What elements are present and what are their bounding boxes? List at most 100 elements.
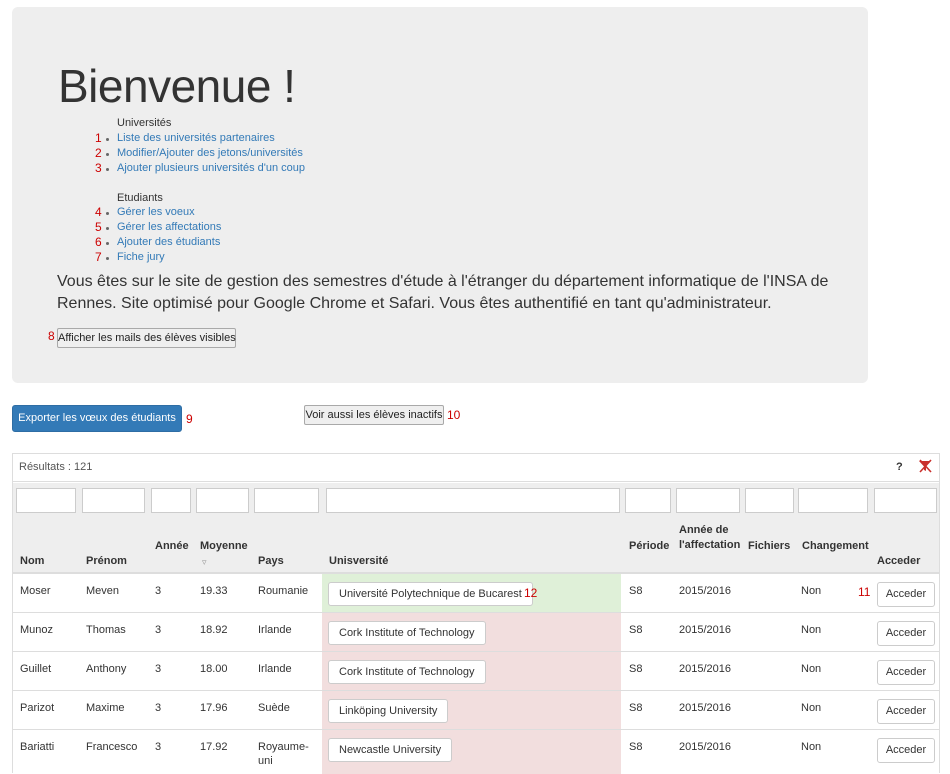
cell-annee: 3 [155,741,162,753]
filter-moyenne[interactable] [196,488,249,513]
col-periode[interactable]: Période [629,539,669,553]
show-inactive-button[interactable]: Voir aussi les élèves inactifs [304,405,444,425]
cell-periode: S8 [629,624,643,636]
col-nom[interactable]: Nom [20,554,44,568]
bullet-icon [106,138,109,141]
cell-pays: Roumanie [258,585,309,597]
col-moyenne[interactable]: Moyenne [200,539,248,553]
filter-prenom[interactable] [82,488,145,513]
cell-changement: Non [801,741,822,753]
col-annee[interactable]: Année [155,539,189,553]
filter-changement[interactable] [798,488,868,513]
cell-universite: Linköping University [322,691,621,729]
page-title: Bienvenue ! [58,60,296,112]
sort-desc-icon: ▿ [202,557,207,567]
universite-button[interactable]: Université Polytechnique de Bucarest [328,582,533,606]
cell-periode: S8 [629,585,643,597]
students-table-panel: Résultats : 121 ? Nom Prénom Année Moyen… [12,453,940,774]
link-fiche-jury[interactable]: Fiche jury [117,251,165,263]
col-acceder[interactable]: Acceder [877,554,920,568]
cell-moyenne: 18.92 [200,624,228,636]
filter-periode[interactable] [625,488,671,513]
cell-prenom: Maxime [86,702,125,714]
cell-periode: S8 [629,663,643,675]
table-row: Parizot Maxime 3 17.96 Suède Linköping U… [13,691,939,730]
acceder-button[interactable]: Acceder [877,699,935,724]
filter-fichiers[interactable] [745,488,794,513]
col-changement[interactable]: Changement [802,539,869,553]
help-icon[interactable]: ? [896,461,903,473]
cell-changement: Non [801,663,822,675]
cell-pays: Irlande [258,663,292,675]
acceder-button[interactable]: Acceder [877,738,935,763]
bullet-icon [106,257,109,260]
cell-annee-affectation: 2015/2016 [679,585,731,597]
annotation-11: 11 [858,585,871,599]
table-row: Guillet Anthony 3 18.00 Irlande Cork Ins… [13,652,939,691]
clear-filter-icon[interactable] [918,459,932,473]
cell-pays: Royaume- [258,741,309,753]
cell-moyenne: 18.00 [200,663,228,675]
link-gerer-voeux[interactable]: Gérer les voeux [117,206,195,218]
col-prenom[interactable]: Prénom [86,554,127,568]
cell-annee: 3 [155,585,162,597]
cell-prenom: Francesco [86,741,138,753]
intro-text: Vous êtes sur le site de gestion des sem… [57,273,829,312]
cell-pays: Suède [258,702,290,714]
cell-annee: 3 [155,624,162,636]
table-row: Munoz Thomas 3 18.92 Irlande Cork Instit… [13,613,939,652]
acceder-button[interactable]: Acceder [877,660,935,685]
cell-moyenne: 17.96 [200,702,228,714]
link-modifier-jetons[interactable]: Modifier/Ajouter des jetons/universités [117,147,303,159]
link-ajouter-universites[interactable]: Ajouter plusieurs universités d'un coup [117,162,305,174]
col-fichiers[interactable]: Fichiers [748,539,790,553]
cell-changement: Non [801,585,822,597]
filter-nom[interactable] [16,488,76,513]
col-universite[interactable]: Unisversité [329,554,388,568]
cell-prenom: Anthony [86,663,127,675]
export-voeux-button[interactable]: Exporter les vœux des étudiants [12,405,182,432]
filter-annee[interactable] [151,488,191,513]
acceder-button[interactable]: Acceder [877,582,935,607]
results-count: Résultats : 121 [19,461,93,473]
section-title-etudiants: Etudiants [117,192,163,204]
table-toolbar: Résultats : 121 ? [13,454,939,482]
universite-button[interactable]: Cork Institute of Technology [328,660,486,684]
bullet-icon [106,212,109,215]
bullet-icon [106,153,109,156]
annotation-12: 12 [524,586,538,600]
bullet-icon [106,168,109,171]
universite-button[interactable]: Newcastle University [328,738,453,762]
welcome-panel: Bienvenue ! Universités 1 Liste des univ… [12,7,868,383]
filter-annee-affectation[interactable] [676,488,740,513]
table-row: Moser Meven 3 19.33 Roumanie Université … [13,574,939,613]
cell-changement: Non [801,624,822,636]
universite-button[interactable]: Cork Institute of Technology [328,621,486,645]
col-annee-affectation-1[interactable]: Année de [679,523,729,537]
cell-periode: S8 [629,741,643,753]
link-liste-universites[interactable]: Liste des universités partenaires [117,132,275,144]
link-gerer-affectations[interactable]: Gérer les affectations [117,221,221,233]
filter-acceder[interactable] [874,488,937,513]
link-ajouter-etudiants[interactable]: Ajouter des étudiants [117,236,220,248]
cell-periode: S8 [629,702,643,714]
acceder-button[interactable]: Acceder [877,621,935,646]
cell-universite: Cork Institute of Technology [322,652,621,690]
col-annee-affectation-2[interactable]: l'affectation [679,538,740,552]
filter-pays[interactable] [254,488,319,513]
cell-moyenne: 19.33 [200,585,228,597]
table-row: Bariatti Francesco 3 17.92 Royaume- uni … [13,730,939,774]
cell-pays: Irlande [258,624,292,636]
cell-universite: Université Polytechnique de Bucarest 12 [322,574,621,612]
universite-button[interactable]: Linköping University [328,699,449,723]
cell-prenom: Thomas [86,624,126,636]
annotation-4: 4 [95,205,102,219]
cell-prenom: Meven [86,585,120,597]
col-pays[interactable]: Pays [258,554,284,568]
annotation-10: 10 [447,408,461,422]
annotation-1: 1 [95,131,102,145]
filter-universite[interactable] [326,488,620,513]
show-mails-button[interactable]: Afficher les mails des élèves visibles [57,328,236,348]
cell-universite: Cork Institute of Technology [322,613,621,651]
cell-universite: Newcastle University [322,730,621,774]
